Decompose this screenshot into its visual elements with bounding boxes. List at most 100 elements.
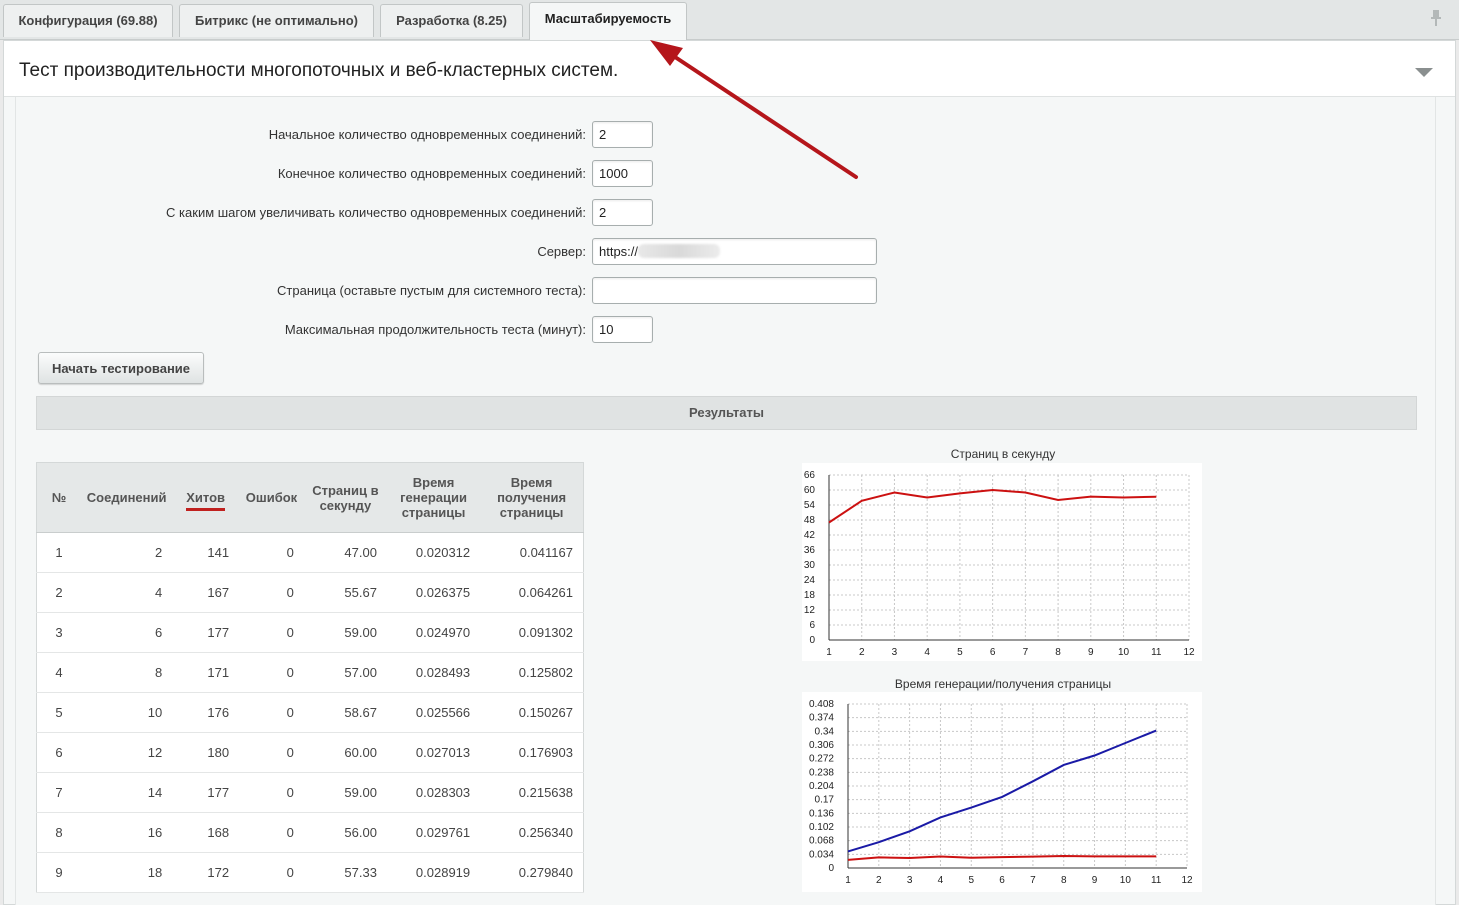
- x-tick-label: 8: [1061, 875, 1067, 886]
- col-hits-label: Хитов: [186, 490, 226, 511]
- cell-errors: 0: [239, 732, 304, 773]
- y-tick-label: 36: [804, 545, 816, 556]
- page-label: Страница (оставьте пустым для системного…: [277, 283, 586, 298]
- form-row-end-connections: Конечное количество одновременных соедин…: [16, 160, 916, 188]
- cell-fetch-time: 0.091302: [480, 612, 584, 653]
- start-testing-button[interactable]: Начать тестирование: [38, 352, 204, 384]
- chart-pages-per-second: 1 2 3 4 5 6 7 8 9 10 11 120612182430364248546066: [802, 463, 1202, 661]
- x-tick-label: 6: [999, 875, 1005, 886]
- results-table: № Соединений Хитов Ошибок Страниц в секу…: [36, 462, 584, 893]
- tab-bitrix[interactable]: Битрикс (не оптимально): [179, 4, 374, 37]
- y-tick-label: 0.034: [809, 849, 834, 860]
- col-fetch-time[interactable]: Время получения страницы: [480, 462, 584, 533]
- col-errors[interactable]: Ошибок: [239, 462, 304, 533]
- table-row: 8 16 168 0 56.00 0.029761 0.256340: [36, 812, 584, 853]
- form-row-server: Сервер:: [16, 238, 916, 266]
- start-connections-input[interactable]: [592, 121, 653, 148]
- x-tick-label: 1: [845, 875, 851, 886]
- chart-time-title: Время генерации/получения страницы: [894, 677, 1112, 691]
- table-row: 9 18 172 0 57.33 0.028919 0.279840: [36, 852, 584, 893]
- cell-errors: 0: [239, 852, 304, 893]
- x-tick-label: 6: [990, 647, 996, 658]
- duration-input[interactable]: [592, 316, 653, 343]
- cell-number: 3: [36, 612, 82, 653]
- x-tick-label: 9: [1092, 875, 1098, 886]
- cell-hits: 177: [172, 612, 240, 653]
- x-tick-label: 2: [859, 647, 865, 658]
- chart-pages-title: Страниц в секунду: [950, 447, 1056, 461]
- cell-pages-per-second: 57.33: [303, 852, 387, 893]
- step-input[interactable]: [592, 199, 653, 226]
- x-tick-label: 7: [1023, 647, 1029, 658]
- x-tick-label: 10: [1118, 647, 1130, 658]
- cell-generation-time: 0.024970: [386, 612, 481, 653]
- y-tick-label: 0.238: [809, 767, 834, 778]
- tab-scalability[interactable]: Масштабируемость: [529, 2, 687, 40]
- cell-connections: 16: [81, 812, 173, 853]
- x-tick-label: 3: [892, 647, 898, 658]
- cell-generation-time: 0.026375: [386, 572, 481, 613]
- main-panel: Тест производительности многопоточных и …: [3, 40, 1456, 905]
- cell-connections: 14: [81, 772, 173, 813]
- redacted-server-address: [638, 244, 720, 258]
- cell-hits: 141: [172, 532, 240, 573]
- cell-generation-time: 0.028919: [386, 852, 481, 893]
- cell-connections: 8: [81, 652, 173, 693]
- cell-fetch-time: 0.256340: [480, 812, 584, 853]
- cell-pages-per-second: 47.00: [303, 532, 387, 573]
- x-tick-label: 12: [1183, 647, 1195, 658]
- x-tick-label: 5: [957, 647, 963, 658]
- x-tick-label: 1: [826, 647, 832, 658]
- table-row: 4 8 171 0 57.00 0.028493 0.125802: [36, 652, 584, 693]
- table-row: 3 6 177 0 59.00 0.024970 0.091302: [36, 612, 584, 653]
- cell-connections: 2: [81, 532, 173, 573]
- cell-number: 1: [36, 532, 82, 573]
- cell-number: 6: [36, 732, 82, 773]
- y-tick-label: 0.272: [809, 754, 834, 765]
- cell-errors: 0: [239, 692, 304, 733]
- x-tick-label: 11: [1151, 647, 1162, 658]
- x-tick-label: 12: [1181, 875, 1193, 886]
- col-generation-time[interactable]: Время генерации страницы: [386, 462, 481, 533]
- col-pages-per-second[interactable]: Страниц в секунду: [303, 462, 387, 533]
- page-input[interactable]: [592, 277, 877, 304]
- collapse-icon[interactable]: [1415, 68, 1433, 77]
- y-tick-label: 0: [828, 863, 834, 874]
- x-tick-label: 4: [924, 647, 930, 658]
- cell-hits: 172: [172, 852, 240, 893]
- cell-fetch-time: 0.279840: [480, 852, 584, 893]
- cell-pages-per-second: 55.67: [303, 572, 387, 613]
- cell-generation-time: 0.028493: [386, 652, 481, 693]
- cell-connections: 12: [81, 732, 173, 773]
- y-tick-label: 0.408: [809, 699, 834, 710]
- cell-pages-per-second: 58.67: [303, 692, 387, 733]
- cell-hits: 167: [172, 572, 240, 613]
- server-input[interactable]: [592, 238, 877, 265]
- tab-development[interactable]: Разработка (8.25): [380, 4, 523, 37]
- cell-number: 9: [36, 852, 82, 893]
- panel-header: Тест производительности многопоточных и …: [4, 41, 1455, 97]
- cell-number: 8: [36, 812, 82, 853]
- cell-fetch-time: 0.064261: [480, 572, 584, 613]
- chart-generation-time: 1 2 3 4 5 6 7 8 9 10 11 1200.0340.0680.1020.1360.17…: [802, 692, 1202, 892]
- results-body: 1 2 141 0 47.00 0.020312 0.041167 2 4 167 0 55.67 0.…: [36, 532, 584, 893]
- col-connections[interactable]: Соединений: [81, 462, 173, 533]
- y-tick-label: 0.17: [815, 795, 835, 806]
- table-row: 1 2 141 0 47.00 0.020312 0.041167: [36, 532, 584, 573]
- y-tick-label: 18: [804, 590, 816, 601]
- col-hits[interactable]: Хитов: [172, 462, 240, 533]
- tab-bar: Конфигурация (69.88) Битрикс (не оптимал…: [0, 0, 1459, 40]
- table-row: 7 14 177 0 59.00 0.028303 0.215638: [36, 772, 584, 813]
- table-row: 6 12 180 0 60.00 0.027013 0.176903: [36, 732, 584, 773]
- duration-label: Максимальная продолжительность теста (ми…: [284, 322, 586, 337]
- form-row-duration: Максимальная продолжительность теста (ми…: [16, 316, 916, 344]
- end-connections-input[interactable]: [592, 160, 653, 187]
- y-tick-label: 48: [804, 515, 816, 526]
- cell-generation-time: 0.020312: [386, 532, 481, 573]
- tab-configuration[interactable]: Конфигурация (69.88): [3, 4, 173, 37]
- cell-errors: 0: [239, 812, 304, 853]
- cell-hits: 168: [172, 812, 240, 853]
- y-tick-label: 0.306: [809, 740, 834, 751]
- cell-connections: 4: [81, 572, 173, 613]
- pin-icon[interactable]: [1429, 9, 1443, 27]
